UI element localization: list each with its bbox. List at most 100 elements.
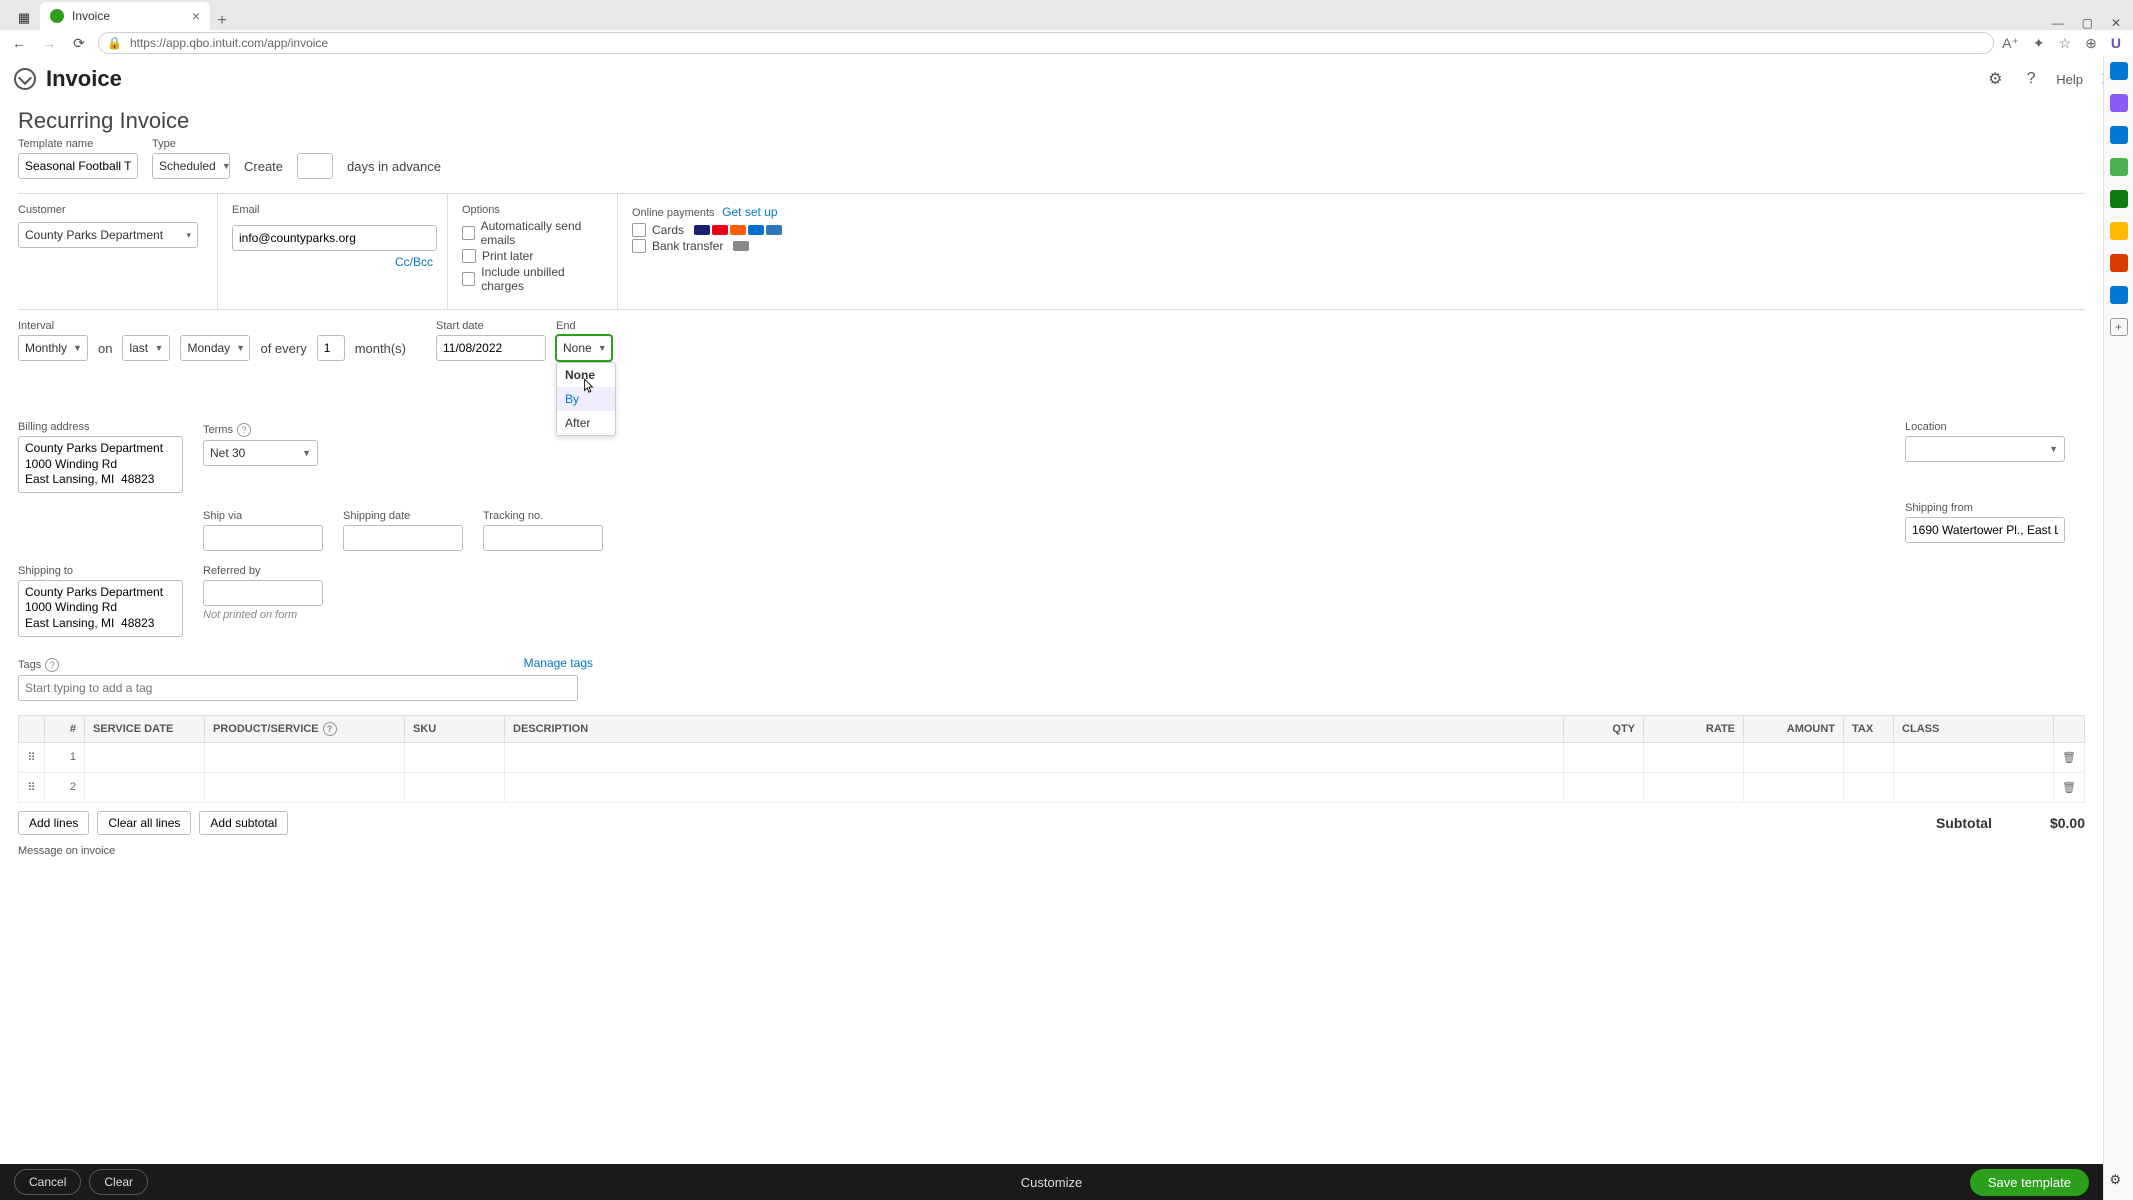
- terms-select[interactable]: Net 30▼: [203, 440, 318, 466]
- collections-icon[interactable]: ⊕: [2085, 35, 2097, 52]
- terms-label: Terms: [203, 424, 233, 436]
- billing-address-input[interactable]: [18, 436, 183, 493]
- end-option-by[interactable]: By: [557, 387, 615, 411]
- add-lines-button[interactable]: Add lines: [18, 811, 89, 835]
- close-tab-icon[interactable]: ×: [192, 8, 200, 24]
- interval-label: Interval: [18, 320, 88, 332]
- subtotal-value: $0.00: [2050, 815, 2085, 831]
- bank-transfer-checkbox[interactable]: Bank transfer: [632, 239, 782, 253]
- tab-list-icon[interactable]: ▦: [12, 6, 36, 30]
- customer-value: County Parks Department: [25, 228, 163, 242]
- help-icon[interactable]: ?: [45, 658, 59, 672]
- shipdate-input[interactable]: [343, 525, 463, 551]
- trackno-input[interactable]: [483, 525, 603, 551]
- email-label: Email: [232, 204, 433, 216]
- type-select[interactable]: Scheduled▼: [152, 153, 230, 179]
- end-select[interactable]: None▼: [556, 335, 612, 361]
- table-row[interactable]: ⠿ 2 🗑: [19, 772, 2085, 802]
- new-tab-button[interactable]: +: [210, 12, 234, 30]
- interval-select[interactable]: Monthly▼: [18, 335, 88, 361]
- line-items-table: # SERVICE DATE PRODUCT/SERVICE? SKU DESC…: [18, 715, 2085, 803]
- cards-checkbox[interactable]: Cards: [632, 223, 782, 237]
- add-subtotal-button[interactable]: Add subtotal: [199, 811, 288, 835]
- start-date-input[interactable]: [436, 335, 546, 361]
- rail-icon-7[interactable]: [2110, 286, 2128, 304]
- url-text: https://app.qbo.intuit.com/app/invoice: [130, 36, 328, 50]
- rail-icon-4[interactable]: [2110, 190, 2128, 208]
- forward-icon[interactable]: →: [38, 35, 60, 51]
- bank-icon: [733, 241, 749, 251]
- rail-icon-5[interactable]: [2110, 222, 2128, 240]
- add-rail-icon[interactable]: +: [2110, 318, 2128, 336]
- help-icon[interactable]: ?: [323, 722, 337, 736]
- shipfrom-input[interactable]: [1905, 517, 2065, 543]
- rail-icon-3[interactable]: [2110, 158, 2128, 176]
- table-row[interactable]: ⠿ 1 🗑: [19, 742, 2085, 772]
- end-label: End: [556, 320, 612, 332]
- edge-sidebar: + ⚙: [2103, 56, 2133, 1200]
- favorite-icon[interactable]: ☆: [2059, 35, 2072, 52]
- help-label[interactable]: Help: [2056, 72, 2083, 87]
- payments-setup-link[interactable]: Get set up: [722, 205, 777, 219]
- include-unbilled-checkbox[interactable]: Include unbilled charges: [462, 265, 603, 293]
- shipvia-input[interactable]: [203, 525, 323, 551]
- rail-icon-6[interactable]: [2110, 254, 2128, 272]
- template-name-input[interactable]: [18, 153, 138, 179]
- end-dropdown-popup: None By After: [556, 362, 616, 436]
- days-advance-input[interactable]: [297, 153, 333, 179]
- card-brand-icons: [694, 225, 782, 235]
- help-icon[interactable]: ?: [237, 423, 251, 437]
- clear-button[interactable]: Clear: [89, 1169, 148, 1195]
- back-icon[interactable]: ←: [8, 35, 30, 51]
- read-aloud-icon[interactable]: A⁺: [2002, 35, 2019, 52]
- print-later-checkbox[interactable]: Print later: [462, 249, 603, 263]
- type-label: Type: [152, 138, 230, 150]
- tags-input[interactable]: [18, 675, 578, 701]
- rail-icon-2[interactable]: [2110, 126, 2128, 144]
- main-content: Recurring Invoice Template name Type Sch…: [0, 102, 2103, 1164]
- clear-lines-button[interactable]: Clear all lines: [97, 811, 191, 835]
- every-n-input[interactable]: [317, 335, 345, 361]
- reload-icon[interactable]: ⟳: [68, 35, 90, 52]
- col-service-date: SERVICE DATE: [85, 715, 205, 742]
- close-window-icon[interactable]: ✕: [2111, 16, 2121, 30]
- start-date-label: Start date: [436, 320, 546, 332]
- search-rail-icon[interactable]: [2110, 62, 2128, 80]
- drag-handle-icon[interactable]: ⠿: [19, 772, 45, 802]
- customer-select[interactable]: County Parks Department▾: [18, 222, 198, 248]
- url-field[interactable]: 🔒 https://app.qbo.intuit.com/app/invoice: [98, 32, 1994, 54]
- browser-tab[interactable]: Invoice ×: [40, 2, 210, 30]
- save-template-button[interactable]: Save template: [1970, 1169, 2089, 1196]
- delete-row-icon[interactable]: 🗑: [2054, 772, 2085, 802]
- manage-tags-link[interactable]: Manage tags: [524, 656, 593, 670]
- drag-handle-icon[interactable]: ⠿: [19, 742, 45, 772]
- minimize-icon[interactable]: —: [2052, 16, 2064, 30]
- end-option-after[interactable]: After: [557, 411, 615, 435]
- day-position-select[interactable]: last▼: [122, 335, 170, 361]
- help-icon[interactable]: ?: [2020, 68, 2042, 90]
- location-select[interactable]: ▼: [1905, 436, 2065, 462]
- ccbcc-link[interactable]: Cc/Bcc: [395, 255, 433, 269]
- on-label: on: [98, 341, 112, 361]
- shipto-input[interactable]: [18, 580, 183, 637]
- customize-button[interactable]: Customize: [1021, 1175, 1082, 1190]
- day-name-select[interactable]: Monday▼: [180, 335, 250, 361]
- rail-icon-1[interactable]: [2110, 94, 2128, 112]
- months-label: month(s): [355, 341, 406, 361]
- browser-chrome: ▦ Invoice × + — ▢ ✕ ← → ⟳ 🔒 https://app.…: [0, 0, 2133, 56]
- shipto-label: Shipping to: [18, 565, 183, 577]
- refby-input[interactable]: [203, 580, 323, 606]
- refby-label: Referred by: [203, 565, 323, 577]
- cancel-button[interactable]: Cancel: [14, 1169, 81, 1195]
- maximize-icon[interactable]: ▢: [2082, 16, 2093, 30]
- settings-gear-icon[interactable]: ⚙: [1984, 68, 2006, 90]
- auto-send-checkbox[interactable]: Automatically send emails: [462, 219, 603, 247]
- template-name-label: Template name: [18, 138, 138, 150]
- shopping-icon[interactable]: ✦: [2033, 35, 2045, 52]
- email-input[interactable]: [232, 225, 437, 251]
- delete-row-icon[interactable]: 🗑: [2054, 742, 2085, 772]
- refby-note: Not printed on form: [203, 609, 323, 621]
- extension-u-icon[interactable]: U: [2111, 35, 2121, 52]
- settings-rail-icon[interactable]: ⚙: [2110, 1172, 2128, 1190]
- end-option-none[interactable]: None: [557, 363, 615, 387]
